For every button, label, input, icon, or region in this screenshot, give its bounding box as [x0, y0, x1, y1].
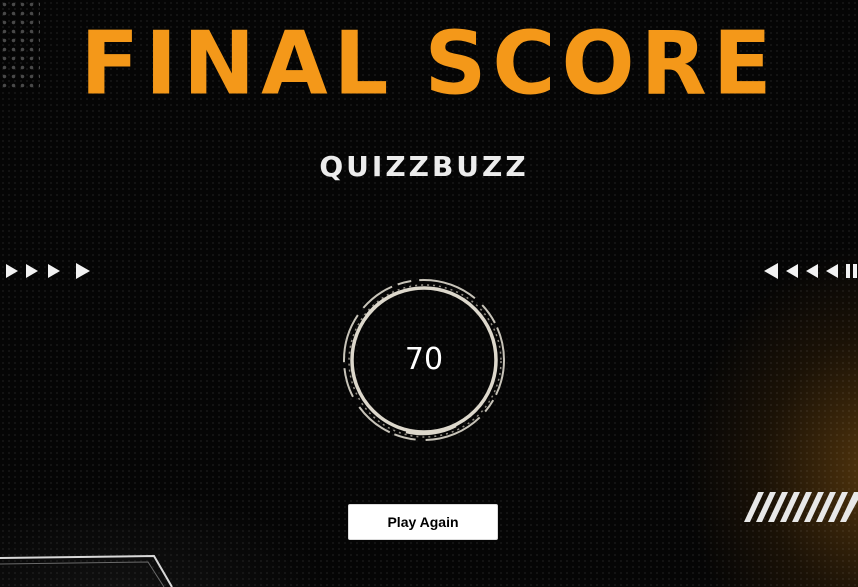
- title-word-score: SCORE: [424, 13, 778, 115]
- play-arrows-left-icon: [764, 263, 857, 279]
- corner-frame-decoration: [0, 554, 173, 587]
- title-word-final: FINAL: [80, 13, 395, 115]
- play-arrows-right-icon: [6, 263, 90, 279]
- play-again-button[interactable]: Play Again: [348, 504, 498, 540]
- final-score-screen: FINAL SCORE QUIZZBUZZ 70 Play Again: [0, 0, 858, 587]
- hazard-stripes-icon: [744, 492, 858, 522]
- score-value: 70: [404, 342, 444, 377]
- game-name: QUIZZBUZZ: [319, 150, 529, 183]
- page-title: FINAL SCORE: [0, 13, 858, 115]
